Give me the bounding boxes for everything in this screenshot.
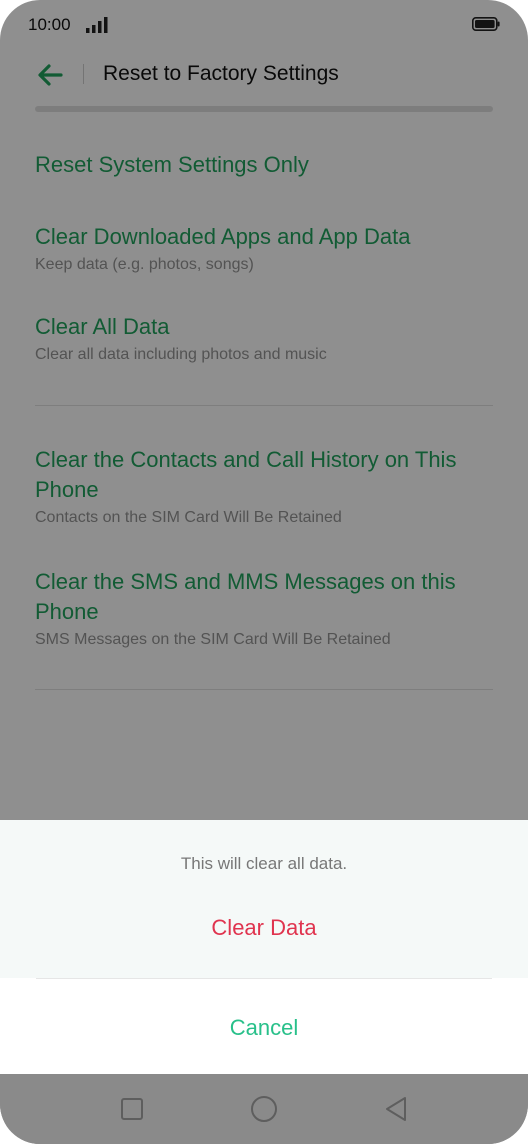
cancel-button[interactable]: Cancel (36, 1008, 492, 1048)
square-icon (121, 1098, 143, 1120)
sheet-header (0, 820, 528, 978)
nav-home-button[interactable] (248, 1093, 280, 1125)
navigation-bar (0, 1074, 528, 1144)
nav-back-button[interactable] (380, 1093, 412, 1125)
confirm-bottom-sheet: This will clear all data. Clear Data Can… (0, 820, 528, 1074)
dialog-message: This will clear all data. (180, 854, 348, 873)
phone-screen: 10:00 Reset to Factory Settings Reset Sy… (0, 0, 528, 1144)
nav-recent-button[interactable] (116, 1093, 148, 1125)
triangle-back-icon (386, 1097, 406, 1121)
sheet-divider (36, 978, 492, 979)
clear-data-button[interactable]: Clear Data (36, 908, 492, 948)
circle-icon (251, 1096, 277, 1122)
